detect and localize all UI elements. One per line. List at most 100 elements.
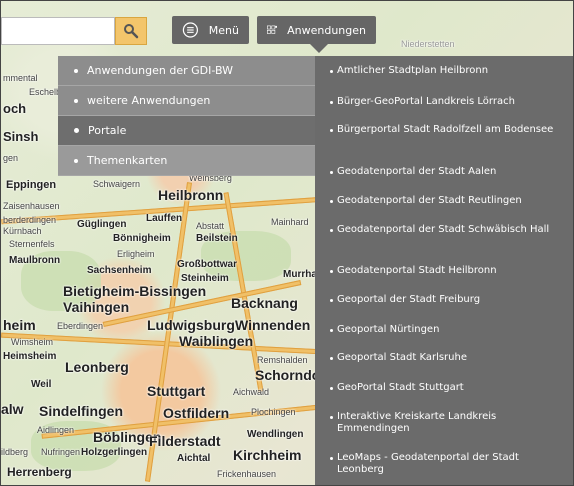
submenu-item[interactable]: Interaktive Kreiskarte Landkreis Emmendi… (315, 411, 573, 435)
map-label: Wimsheim (11, 337, 53, 347)
submenu-item[interactable]: Geoportal Stadt Karlsruhe (315, 352, 573, 364)
menu-item-label: Themenkarten (87, 154, 168, 167)
bullet-icon (74, 128, 79, 133)
map-label: Eschelb (29, 87, 62, 97)
submenu-item-label: GeoPortal Stadt Stuttgart (337, 382, 464, 393)
submenu-item-label: Geodatenportal Stadt Heilbronn (337, 265, 497, 276)
bullet-icon (330, 416, 333, 419)
menu-button[interactable]: Menü (172, 16, 249, 44)
bullet-icon (330, 171, 333, 174)
map-label: Eppingen (6, 179, 57, 191)
submenu-item[interactable]: Geodatenportal der Stadt Reutlingen (315, 195, 573, 207)
submenu-item[interactable]: Bürger-GeoPortal Landkreis Lörrach (315, 96, 573, 108)
submenu-item[interactable]: LeoMaps - Geodatenportal der Stadt Leonb… (315, 452, 573, 476)
map-label: berderdingen (3, 215, 57, 225)
map-label: Kirchheim (233, 447, 302, 463)
portale-submenu: Amtlicher Stadtplan Heilbronn Bürger-Geo… (315, 56, 573, 485)
map-label: Vaihingen (63, 299, 130, 315)
grid-icon (267, 25, 278, 34)
map-label: Remshalden (257, 355, 308, 365)
map-label: Niederstetten (401, 39, 455, 49)
map-label: Maulbronn (9, 255, 61, 266)
map-label: mmental (3, 73, 38, 83)
menu-item-portale[interactable]: Portale (58, 116, 315, 146)
submenu-item[interactable]: Geodatenportal Stadt Heilbronn (315, 265, 573, 277)
applications-button[interactable]: Anwendungen (257, 16, 376, 44)
bullet-icon (330, 70, 333, 73)
map-label: Wendlingen (247, 429, 304, 440)
submenu-item[interactable]: GeoPortal Stadt Stuttgart (315, 382, 573, 394)
map-label: Güglingen (77, 219, 127, 230)
map-label: Schwaigern (93, 179, 141, 189)
map-label: Bietigheim-Bissingen (63, 283, 207, 299)
menu-button-label: Menü (208, 23, 239, 37)
map-label: Abstatt (196, 221, 225, 231)
bullet-icon (330, 229, 333, 232)
submenu-item[interactable]: Geodatenportal der Stadt Aalen (315, 166, 573, 178)
map-label: Holzgerlingen (81, 447, 148, 458)
bullet-icon (74, 68, 78, 73)
map-label: Erligheim (117, 249, 155, 259)
submenu-item[interactable]: Bürgerportal Stadt Radolfzell am Bodense… (315, 124, 573, 136)
menu-item-gdi-bw[interactable]: Anwendungen der GDI-BW (58, 56, 315, 86)
submenu-item[interactable]: Geoportal der Stadt Freiburg (315, 294, 573, 306)
menu-item-label: weitere Anwendungen (87, 94, 211, 107)
submenu-item-label: Interaktive Kreiskarte Landkreis Emmendi… (337, 411, 497, 434)
map-label: Weil (31, 379, 52, 390)
map-label: Sternenfels (9, 239, 55, 249)
map-label: Nufringen (41, 447, 81, 457)
app-frame: mmental Eschelb och Sinsh gen Eppingen S… (0, 0, 574, 486)
bullet-icon (330, 270, 333, 273)
search-button[interactable] (115, 17, 147, 45)
submenu-item-label: Geoportal der Stadt Freiburg (337, 294, 481, 305)
map-label: Beilstein (196, 233, 238, 244)
map-label: Lauffen (146, 213, 183, 224)
bullet-icon (330, 329, 333, 332)
menu-item-themenkarten[interactable]: Themenkarten (58, 146, 315, 176)
map-label: och (3, 101, 27, 116)
map-label: Heilbronn (158, 187, 224, 203)
map-label: Heimsheim (3, 351, 57, 362)
menu-item-weitere-anwendungen[interactable]: weitere Anwendungen (58, 86, 315, 116)
map-label: Waiblingen (179, 333, 254, 349)
bullet-icon (330, 457, 333, 460)
search-input[interactable] (1, 17, 115, 45)
map-label: Stuttgart (147, 383, 206, 399)
menu-item-label: Portale (88, 124, 127, 137)
map-label: Ludwigsburg (147, 317, 235, 333)
hamburger-circle-icon (182, 22, 199, 38)
map-label: Herrenberg (7, 465, 72, 479)
map-label: Sinsh (3, 129, 39, 144)
map-label: Backnang (231, 295, 298, 311)
bullet-icon (74, 98, 78, 103)
map-label: Sindelfingen (39, 403, 123, 419)
map-label: alw (1, 401, 24, 417)
bullet-icon (330, 299, 333, 302)
bullet-icon (330, 101, 333, 104)
map-label: Mainhard (271, 217, 309, 227)
submenu-item-label: Geodatenportal der Stadt Reutlingen (337, 195, 522, 206)
submenu-item-label: Geoportal Stadt Karlsruhe (337, 352, 467, 363)
bullet-icon (330, 357, 333, 360)
map-label: heim (3, 317, 36, 333)
bullet-icon (330, 387, 333, 390)
submenu-item[interactable]: Amtlicher Stadtplan Heilbronn (315, 65, 573, 77)
submenu-item[interactable]: Geodatenportal der Stadt Schwäbisch Hall (315, 224, 573, 236)
map-label: ildberg (1, 447, 29, 457)
map-label: Filderstadt (149, 433, 221, 449)
map-label: Ostfildern (163, 405, 230, 421)
submenu-item[interactable]: Geoportal Nürtingen (315, 324, 573, 336)
submenu-item-label: LeoMaps - Geodatenportal der Stadt Leonb… (337, 452, 519, 475)
dropdown-pointer (310, 44, 328, 53)
map-label: gen (3, 153, 19, 163)
map-label: Leonberg (65, 359, 129, 375)
bullet-icon (330, 200, 333, 203)
map-label: Aidlingen (37, 425, 75, 435)
map-label: Großbottwar (177, 259, 237, 270)
map-label: Eberdingen (57, 321, 104, 331)
map-label: Kürnbach (3, 226, 42, 236)
map-label: Zaisenhausen (3, 201, 60, 211)
bullet-icon (74, 158, 78, 163)
map-label: Frickenhausen (217, 469, 277, 479)
map-label: Plochingen (251, 407, 296, 417)
